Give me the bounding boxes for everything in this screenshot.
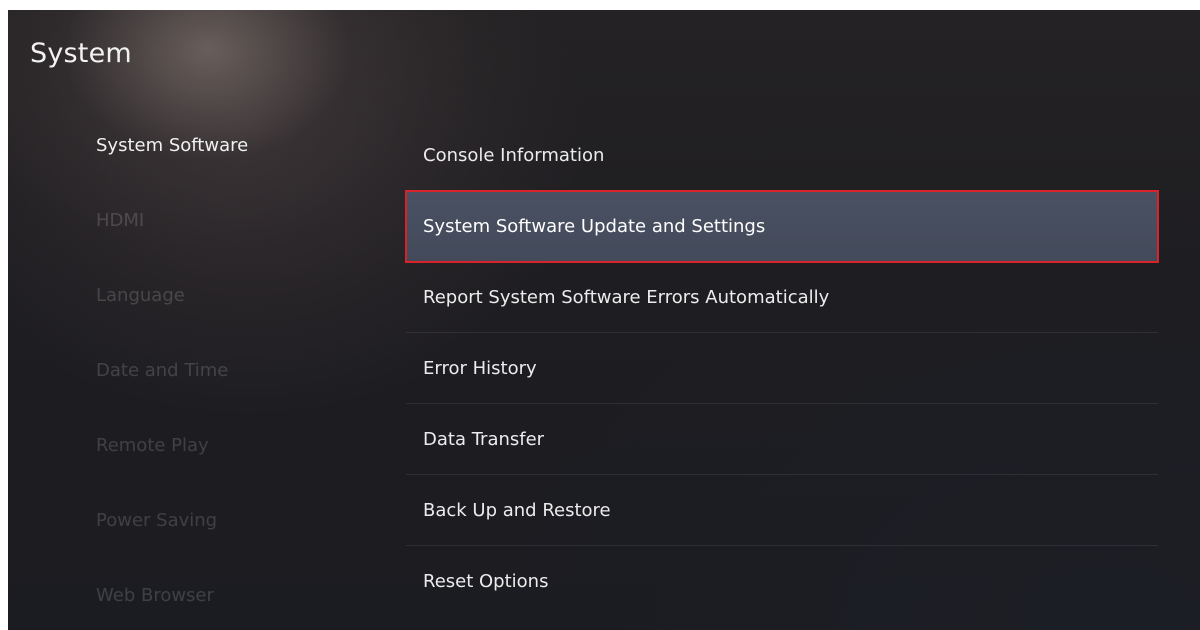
sidebar-item-power-saving[interactable]: Power Saving	[96, 503, 336, 578]
sidebar: System Software HDMI Language Date and T…	[96, 128, 336, 630]
menu-item-report-errors[interactable]: Report System Software Errors Automatica…	[406, 262, 1158, 333]
menu-item-error-history[interactable]: Error History	[406, 333, 1158, 404]
sidebar-item-remote-play[interactable]: Remote Play	[96, 428, 336, 503]
sidebar-item-date-and-time[interactable]: Date and Time	[96, 353, 336, 428]
sidebar-item-system-software[interactable]: System Software	[96, 128, 336, 203]
settings-menu: Console Information System Software Upda…	[405, 120, 1159, 617]
sidebar-item-web-browser[interactable]: Web Browser	[96, 578, 336, 630]
settings-screen: System System Software HDMI Language Dat…	[8, 10, 1200, 630]
page-title: System	[30, 38, 132, 69]
sidebar-item-language[interactable]: Language	[96, 278, 336, 353]
menu-item-back-up-and-restore[interactable]: Back Up and Restore	[406, 475, 1158, 546]
menu-item-reset-options[interactable]: Reset Options	[406, 546, 1158, 617]
menu-item-system-software-update[interactable]: System Software Update and Settings	[405, 190, 1159, 263]
menu-item-data-transfer[interactable]: Data Transfer	[406, 404, 1158, 475]
menu-item-console-information[interactable]: Console Information	[406, 120, 1158, 191]
sidebar-item-hdmi[interactable]: HDMI	[96, 203, 336, 278]
